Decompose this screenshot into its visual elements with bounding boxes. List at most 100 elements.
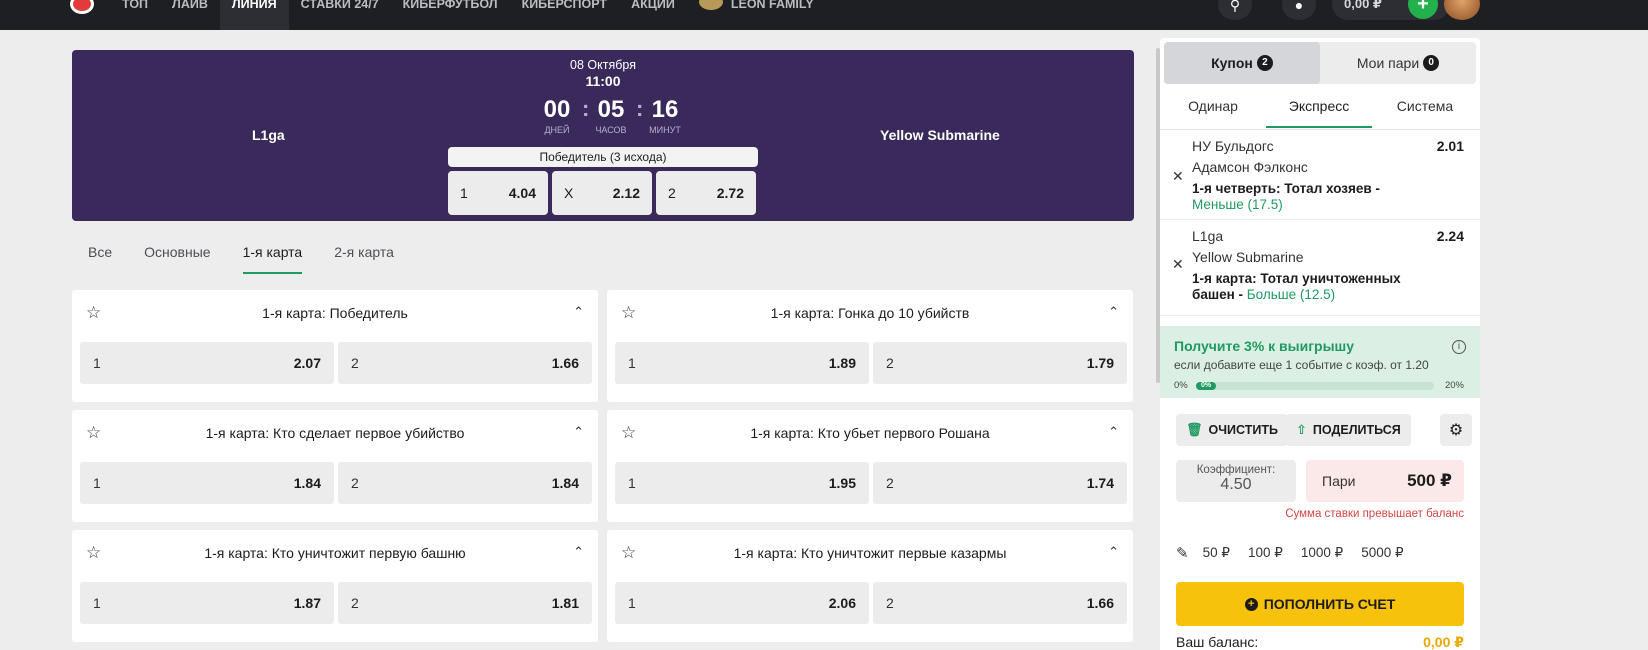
nav-item-line[interactable]: ЛИНИЯ xyxy=(219,0,289,30)
odd-value: 4.04 xyxy=(508,185,536,201)
stake-error: Сумма ставки превышает баланс xyxy=(1285,508,1464,520)
leon-logo-icon[interactable] xyxy=(70,0,94,14)
odd-button-home[interactable]: 1 4.04 xyxy=(448,171,548,215)
tab-map-2[interactable]: 2-я карта xyxy=(334,244,394,274)
bonus-title: Получите 3% к выигрышу xyxy=(1174,338,1355,354)
bet-slip-item: ✕ L1ga Yellow Submarine 2.24 1-я карта: … xyxy=(1160,220,1480,316)
odd-button[interactable]: 2 1.66 xyxy=(873,582,1127,624)
tab-all[interactable]: Все xyxy=(88,244,112,274)
balance-pill[interactable]: 0,00 ₽ + xyxy=(1332,0,1450,20)
match-date: 08 Октября xyxy=(570,58,636,72)
odd-button[interactable]: 2 1.79 xyxy=(873,342,1127,384)
total-coefficient: Коэффициент: 4.50 xyxy=(1176,460,1296,502)
slip-team-2: Yellow Submarine xyxy=(1192,249,1304,265)
tab-map-1[interactable]: 1-я карта xyxy=(242,244,303,274)
slip-market: 1-я карта: Тотал уничтоженных башен - Бо… xyxy=(1192,271,1432,303)
nav-item-cybersport[interactable]: КИБЕРСПОРТ xyxy=(510,0,620,30)
search-icon[interactable]: ⚲ xyxy=(1218,0,1252,20)
star-icon[interactable]: ☆ xyxy=(86,423,101,443)
market-odds: 1 1.95 2 1.74 xyxy=(615,462,1131,504)
stake-input[interactable]: Пари 500 ₽ xyxy=(1306,460,1464,502)
odd-button[interactable]: 2 1.84 xyxy=(338,462,592,504)
tab-my-bets[interactable]: Мои пари 0 xyxy=(1320,42,1476,84)
odd-value: 2.07 xyxy=(293,355,321,371)
odd-button-draw[interactable]: X 2.12 xyxy=(552,171,652,215)
star-icon[interactable]: ☆ xyxy=(621,423,636,443)
chevron-up-icon[interactable]: ⌃ xyxy=(573,544,584,560)
nav-item-top[interactable]: ТОП xyxy=(110,0,160,30)
betslip-top-tabs: Купон 2 Мои пари 0 xyxy=(1164,42,1476,84)
odd-button[interactable]: 1 1.95 xyxy=(615,462,869,504)
quick-stake-1000[interactable]: 1000 ₽ xyxy=(1301,545,1343,561)
market-odds: 1 2.07 2 1.66 xyxy=(80,342,596,384)
star-icon[interactable]: ☆ xyxy=(86,543,101,563)
star-icon[interactable]: ☆ xyxy=(621,303,636,323)
countdown-hours: 05 ЧАСОВ xyxy=(584,96,638,135)
nav-item-leon-family[interactable]: LEON FAMILY xyxy=(687,0,826,30)
quick-stakes: ✎ 50 ₽ 100 ₽ 1000 ₽ 5000 ₽ xyxy=(1176,544,1422,562)
plus-icon[interactable]: + xyxy=(1408,0,1438,19)
top-navigation-bar: ТОП ЛАЙВ ЛИНИЯ СТАВКИ 24/7 КИБЕРФУТБОЛ К… xyxy=(0,0,1648,30)
odd-label: 1 xyxy=(93,595,101,611)
chevron-up-icon[interactable]: ⌃ xyxy=(1108,304,1119,320)
nav-item-promotions[interactable]: АКЦИИ xyxy=(619,0,687,30)
quick-stake-100[interactable]: 100 ₽ xyxy=(1248,545,1283,561)
market-odds: 1 1.84 2 1.84 xyxy=(80,462,596,504)
chevron-up-icon[interactable]: ⌃ xyxy=(573,304,584,320)
info-icon[interactable]: i xyxy=(1452,340,1466,354)
countdown-hours-value: 05 xyxy=(597,96,625,123)
my-bets-count-badge: 0 xyxy=(1423,55,1440,71)
odd-value: 1.74 xyxy=(1086,475,1114,491)
close-icon[interactable]: ✕ xyxy=(1172,168,1184,185)
odd-button[interactable]: 1 2.06 xyxy=(615,582,869,624)
odd-button[interactable]: 2 1.81 xyxy=(338,582,592,624)
quick-stake-5000[interactable]: 5000 ₽ xyxy=(1361,545,1403,561)
tab-system[interactable]: Система xyxy=(1372,92,1478,128)
nav-item-bets247[interactable]: СТАВКИ 24/7 xyxy=(289,0,391,30)
star-icon[interactable]: ☆ xyxy=(621,543,636,563)
top-up-button[interactable]: + ПОПОЛНИТЬ СЧЕТ xyxy=(1176,582,1464,626)
nav-item-live[interactable]: ЛАЙВ xyxy=(160,0,220,30)
chevron-up-icon[interactable]: ⌃ xyxy=(1108,424,1119,440)
odd-button-away[interactable]: 2 2.72 xyxy=(656,171,756,215)
odd-button[interactable]: 2 1.74 xyxy=(873,462,1127,504)
chevron-up-icon[interactable]: ⌃ xyxy=(1108,544,1119,560)
betslip-panel: Купон 2 Мои пари 0 Одинар Экспресс Систе… xyxy=(1160,38,1480,650)
slip-pick: Больше (12.5) xyxy=(1246,287,1336,302)
share-icon: ⇧ xyxy=(1296,422,1307,437)
odd-button[interactable]: 1 2.07 xyxy=(80,342,334,384)
match-header: 08 Октября 11:00 L1ga Yellow Submarine 0… xyxy=(72,50,1134,221)
nav-item-cyberfootball[interactable]: КИБЕРФУТБОЛ xyxy=(391,0,510,30)
tab-main[interactable]: Основные xyxy=(144,244,210,274)
tab-coupon-label: Купон xyxy=(1211,55,1253,71)
bell-icon[interactable]: ● xyxy=(1282,0,1316,20)
quick-stake-50[interactable]: 50 ₽ xyxy=(1203,545,1230,561)
odd-label: 2 xyxy=(886,355,894,371)
home-team: L1ga xyxy=(252,127,285,143)
tab-express[interactable]: Экспресс xyxy=(1266,92,1372,128)
gear-icon[interactable]: ⚙ xyxy=(1440,414,1472,446)
chevron-up-icon[interactable]: ⌃ xyxy=(573,424,584,440)
tab-coupon[interactable]: Купон 2 xyxy=(1164,42,1320,84)
odd-value: 2.72 xyxy=(716,185,744,201)
slip-pick: Меньше (17.5) xyxy=(1192,197,1283,212)
avatar[interactable] xyxy=(1444,0,1480,20)
pencil-icon[interactable]: ✎ xyxy=(1176,544,1189,562)
clear-button[interactable]: 🗑 ОЧИСТИТЬ xyxy=(1176,414,1288,446)
market-title: 1-я карта: Кто уничтожит первые казармы xyxy=(733,545,1007,561)
close-icon[interactable]: ✕ xyxy=(1172,256,1184,273)
odd-button[interactable]: 1 1.87 xyxy=(80,582,334,624)
odd-label: 1 xyxy=(628,475,636,491)
slip-odd: 2.01 xyxy=(1436,138,1464,154)
odd-button[interactable]: 1 1.89 xyxy=(615,342,869,384)
countdown-days-label: ДНЕЙ xyxy=(544,125,570,135)
main-market-label: Победитель (3 исхода) xyxy=(448,147,758,167)
stake-value: 500 ₽ xyxy=(1407,471,1452,490)
tab-single[interactable]: Одинар xyxy=(1160,92,1266,128)
star-icon[interactable]: ☆ xyxy=(86,303,101,323)
odd-button[interactable]: 2 1.66 xyxy=(338,342,592,384)
odd-button[interactable]: 1 1.84 xyxy=(80,462,334,504)
leon-family-icon xyxy=(698,0,723,10)
odd-value: 2.12 xyxy=(612,185,640,201)
share-button[interactable]: ⇧ ПОДЕЛИТЬСЯ xyxy=(1286,414,1411,446)
